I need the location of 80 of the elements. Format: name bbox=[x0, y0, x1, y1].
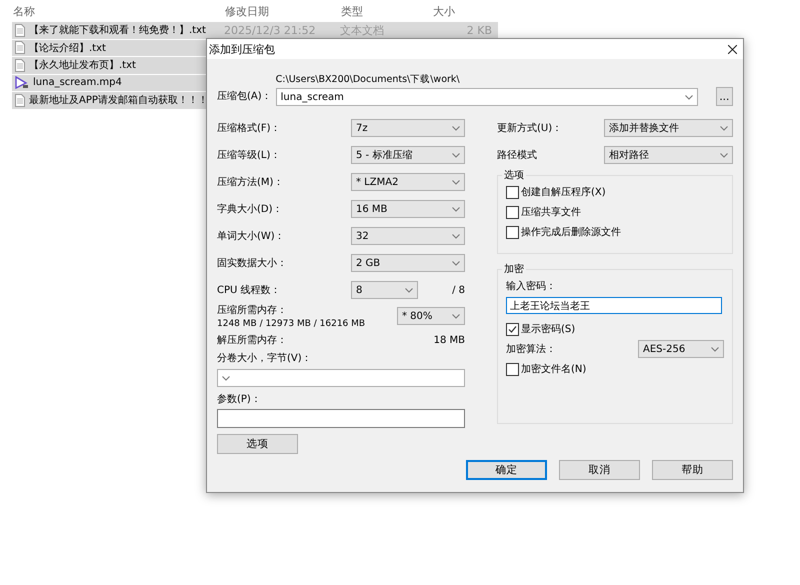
checkbox[interactable] bbox=[506, 362, 519, 376]
dialog-button[interactable]: 取消 bbox=[559, 460, 640, 480]
checkbox-label: 压缩共享文件 bbox=[521, 206, 581, 219]
field-label: 加密算法： bbox=[506, 342, 556, 356]
dropdown[interactable]: 2 GB bbox=[351, 254, 465, 272]
field-label: 压缩所需内存： bbox=[217, 304, 288, 317]
dropdown[interactable]: 7z bbox=[351, 119, 465, 137]
chevron-down-icon bbox=[222, 376, 230, 380]
field-label: 固实数据大小： bbox=[217, 256, 287, 270]
column-header[interactable]: 修改日期 bbox=[224, 4, 340, 18]
archive-path: C:\Users\BX200\Documents\下载\work\ bbox=[276, 73, 461, 86]
chevron-down-icon bbox=[720, 126, 728, 130]
close-icon[interactable] bbox=[728, 44, 737, 54]
chevron-down-icon bbox=[405, 288, 413, 292]
parameters-field[interactable] bbox=[217, 409, 465, 428]
field-label: 压缩等级(L)： bbox=[217, 148, 280, 162]
field-label: 压缩包(A)： bbox=[217, 90, 272, 104]
dropdown[interactable]: 32 bbox=[351, 227, 465, 245]
file-name: 【论坛介绍】.txt bbox=[29, 42, 106, 55]
field-label: 字典大小(D)： bbox=[217, 202, 283, 216]
column-header[interactable]: 类型 bbox=[340, 4, 432, 18]
file-name: 最新地址及APP请发邮箱自动获取！！！ bbox=[29, 94, 208, 108]
chevron-down-icon bbox=[452, 206, 460, 212]
type-cell-text: 文本文档 bbox=[340, 22, 385, 38]
chevron-down-icon bbox=[720, 152, 728, 158]
dialog-button[interactable]: 确定 bbox=[466, 460, 547, 480]
dropdown[interactable]: 添加并替换文件 bbox=[604, 119, 733, 137]
dropdown[interactable]: 5 - 标准压缩 bbox=[351, 146, 465, 164]
field-label: 路径模式 bbox=[497, 148, 537, 162]
archive-name-field[interactable]: luna_scream bbox=[276, 88, 698, 106]
document-icon bbox=[15, 24, 25, 37]
field-label: 更新方式(U)： bbox=[497, 122, 562, 135]
chevron-down-icon bbox=[452, 234, 460, 238]
field-label: 分卷大小，字节(V)： bbox=[217, 352, 313, 365]
field-label: CPU 线程数： bbox=[217, 284, 282, 297]
date-cell-text: 2025/12/3 21:52 bbox=[224, 24, 317, 37]
thread-max: / 8 bbox=[452, 284, 465, 296]
chevron-down-icon bbox=[452, 126, 460, 130]
group-title: 加密 bbox=[503, 262, 525, 276]
checkbox[interactable] bbox=[506, 206, 519, 218]
browse-button[interactable]: ... bbox=[716, 87, 733, 106]
options-button[interactable]: 选项 bbox=[217, 434, 298, 454]
window-title: 添加到压缩包 bbox=[209, 42, 275, 56]
dropdown[interactable]: 相对路径 bbox=[604, 146, 733, 164]
file-name: 【永久地址发布页】.txt bbox=[29, 58, 136, 72]
field-label: 压缩方法(M)： bbox=[217, 176, 284, 189]
group-title: 选项 bbox=[503, 168, 525, 182]
file-name: 【来了就能下载和观看！纯免费！】.txt bbox=[29, 24, 206, 38]
column-header[interactable]: 名称 bbox=[12, 4, 224, 18]
checkbox-label: 创建自解压程序(X) bbox=[521, 186, 606, 199]
size-cell-text: 2 KB bbox=[466, 24, 493, 37]
checkbox-label: 显示密码(S) bbox=[521, 322, 576, 336]
field-label: 单词大小(W)： bbox=[217, 230, 285, 243]
checkbox[interactable] bbox=[506, 226, 519, 238]
chevron-down-icon bbox=[452, 260, 460, 266]
checkbox-label: 加密文件名(N) bbox=[521, 362, 586, 376]
chevron-down-icon bbox=[452, 180, 460, 184]
file-name: luna_scream.mp4 bbox=[33, 77, 122, 88]
field-label: 压缩格式(F)： bbox=[217, 122, 281, 135]
chevron-down-icon bbox=[684, 94, 693, 100]
checkbox[interactable] bbox=[506, 186, 519, 198]
field-label: 输入密码： bbox=[506, 280, 557, 293]
dropdown[interactable]: 16 MB bbox=[351, 200, 465, 218]
field-label: 参数(P)： bbox=[217, 392, 262, 406]
chevron-down-icon bbox=[711, 346, 719, 352]
memory-usage: 1248 MB / 12973 MB / 16216 MB bbox=[217, 319, 366, 329]
dropdown[interactable]: * 80% bbox=[397, 307, 465, 325]
file-row[interactable]: 【来了就能下载和观看！纯免费！】.txt 2025/12/3 21:52 文本文档 2 KB bbox=[12, 22, 498, 40]
dialog-button[interactable]: 帮助 bbox=[652, 460, 733, 480]
chevron-down-icon bbox=[452, 314, 460, 318]
password-field[interactable]: 上老王论坛当老王 bbox=[506, 297, 722, 314]
dropdown[interactable]: * LZMA2 bbox=[351, 173, 465, 191]
dropdown[interactable]: AES-256 bbox=[638, 340, 724, 358]
checkbox[interactable] bbox=[506, 322, 519, 336]
chevron-down-icon bbox=[452, 152, 460, 158]
column-header[interactable]: 大小 bbox=[432, 4, 498, 18]
memory-usage: 18 MB bbox=[434, 334, 465, 346]
checkbox-label: 操作完成后删除源文件 bbox=[521, 226, 621, 239]
field-label: 解压所需内存： bbox=[217, 334, 287, 347]
dropdown[interactable]: 8 bbox=[351, 281, 418, 299]
